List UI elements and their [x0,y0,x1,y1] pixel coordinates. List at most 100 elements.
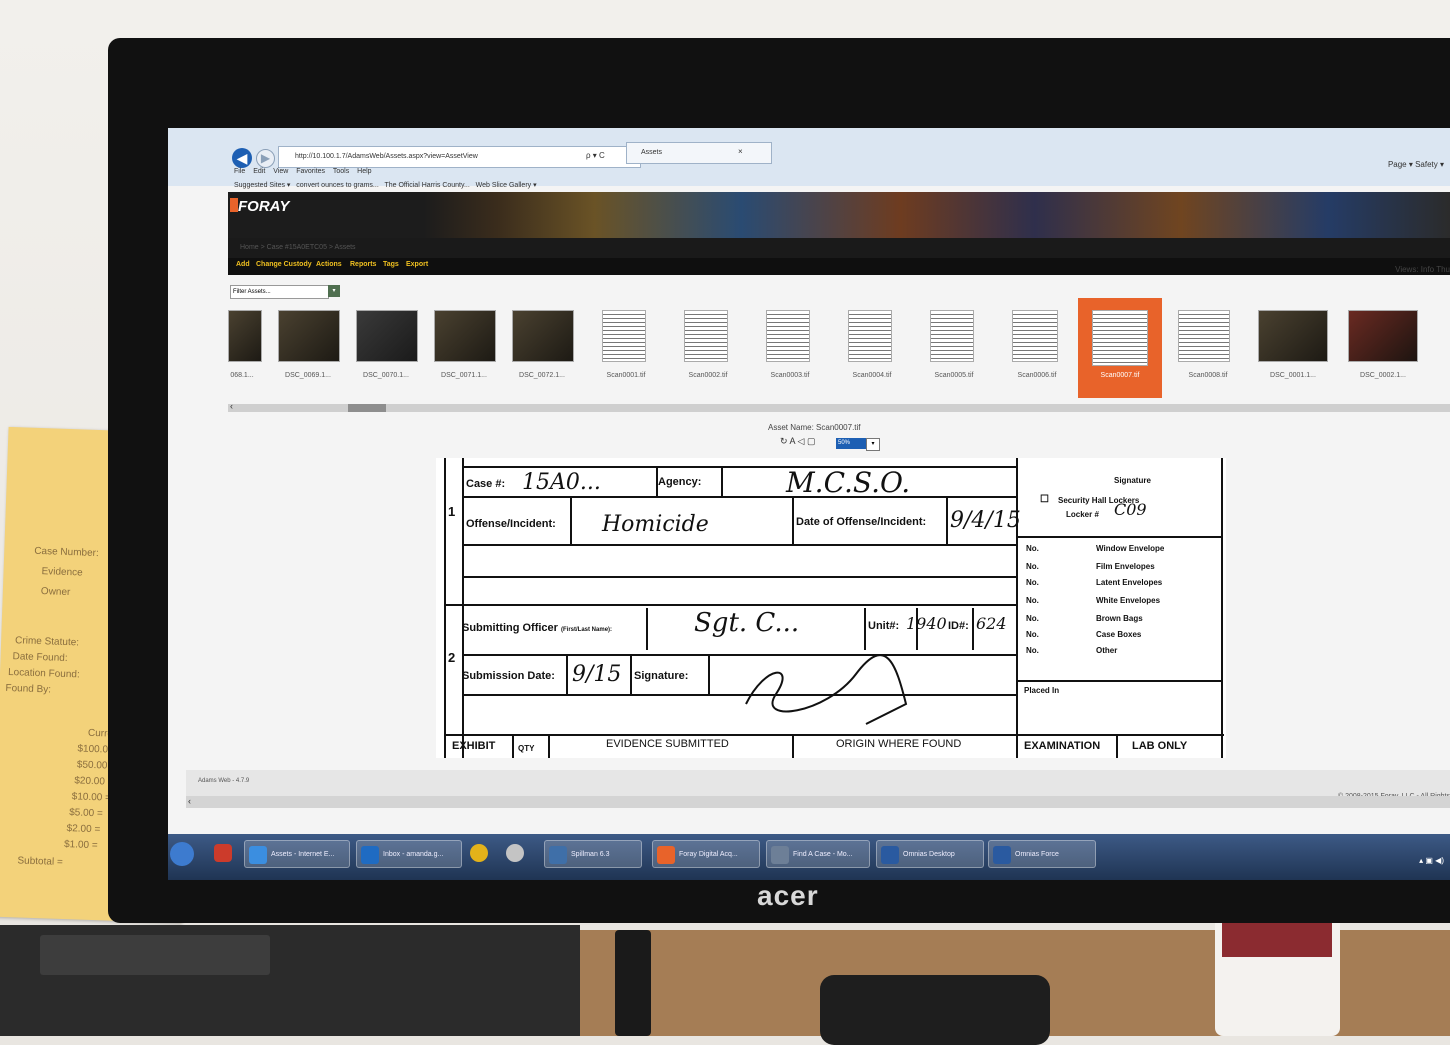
ie-icon [249,846,267,864]
submission-value: 9/15 [572,662,622,687]
back-arrow-icon[interactable]: ◀ [232,148,252,168]
toolbar-tags[interactable]: Tags [383,261,399,268]
scan-thumbnail [766,310,810,362]
thumbnail-strip: 068.1... DSC_0069.1... DSC_0070.1... DSC… [222,298,1450,398]
screen: ◀ ▶ http://10.100.1.7/AdamsWeb/Assets.as… [168,128,1450,880]
form-line [1018,536,1222,538]
form-line [512,736,514,758]
fav-suggested[interactable]: Suggested Sites ▾ [234,182,290,189]
chevron-down-icon[interactable]: ▾ [866,438,880,451]
taskbar-omnias-force[interactable]: Omnias Force [988,840,1096,868]
thumbnail-item[interactable]: Scan0006.tif [996,298,1078,398]
thumbnail-item[interactable]: Scan0004.tif [832,298,912,398]
photo-thumbnail [278,310,340,362]
submission-label: Submission Date: [462,670,555,682]
thumbnail-item[interactable]: DSC_0070.1... [350,298,422,398]
thumbnail-item[interactable]: Scan0005.tif [914,298,994,398]
filter-go-button[interactable]: ▾ [328,285,340,297]
thumbnail-item-selected[interactable]: Scan0007.tif [1078,298,1162,398]
forward-arrow-icon[interactable]: ▶ [256,149,275,168]
thumbnail-item[interactable]: DSC_0072.1... [506,298,578,398]
case-label: Case #: [466,478,506,490]
toolbar-add[interactable]: Add [236,261,250,268]
media-player-icon[interactable] [214,844,232,862]
thumbnail-scroll-thumb[interactable] [348,404,386,412]
browser-tab[interactable]: Assets [626,142,772,164]
photo-thumbnail [434,310,496,362]
views-switcher[interactable]: Views: Info Thu [1395,265,1450,274]
taskbar-omnias-desktop[interactable]: Omnias Desktop [876,840,984,868]
fav-harris[interactable]: The Official Harris County... [384,182,469,189]
taskbar-foray[interactable]: Foray Digital Acq... [652,840,760,868]
col-exhibit: EXHIBIT [452,740,496,752]
agency-value: M.C.S.O. [786,466,911,499]
form-line [462,466,1017,468]
app-banner [228,192,1450,238]
ie-toolbar[interactable]: Page ▾ Safety ▾ [1388,160,1444,169]
system-tray[interactable]: ▴ ▣ ◀) [1419,856,1444,865]
envelope-type: Brown Bags [1096,614,1143,623]
scroll-left-icon[interactable]: ‹ [230,401,233,411]
menu-help[interactable]: Help [357,168,371,175]
scroll-left-icon[interactable]: ‹ [188,796,191,806]
fav-convert[interactable]: convert ounces to grams... [296,182,378,189]
taskbar-find-case[interactable]: Find A Case - Mo... [766,840,870,868]
page-scrollbar[interactable] [186,796,1450,808]
taskbar-spillman[interactable]: Spillman 6.3 [544,840,642,868]
thumbnail-item[interactable]: DSC_0071.1... [428,298,500,398]
fav-webslice[interactable]: Web Slice Gallery ▾ [476,182,537,189]
settings-icon[interactable] [506,844,524,862]
taskbar-outlook[interactable]: Inbox - amanda.g... [356,840,462,868]
thumbnail-item[interactable]: Scan0002.tif [668,298,748,398]
toolbar-actions[interactable]: Actions [316,261,342,268]
breadcrumb[interactable]: Home > Case #15A0ETC05 > Assets [228,238,1450,258]
asset-controls[interactable]: ↻ A ◁ ▢ [780,436,815,447]
paper-line: Location Found: [7,666,80,681]
toolbar-reports[interactable]: Reports [350,261,376,268]
form-line [548,736,550,758]
menu-edit[interactable]: Edit [253,168,265,175]
thumbnail-item[interactable]: DSC_0001.1... [1252,298,1334,398]
offense-value: Homicide [602,512,709,537]
form-line [1116,736,1118,758]
asset-name: Asset Name: Scan0007.tif [768,423,861,432]
unit-value: 1940 [906,614,947,633]
menu-file[interactable]: File [234,168,245,175]
scan-thumbnail [1178,310,1230,362]
spillman-icon [549,846,567,864]
thumbnail-item[interactable]: 068.1... [222,298,262,398]
form-line [566,656,568,694]
section-number: 2 [448,650,456,665]
menu-tools[interactable]: Tools [333,168,349,175]
thumbnail-item[interactable]: DSC_0069.1... [272,298,344,398]
taskbar-ie[interactable]: Assets - Internet E... [244,840,350,868]
thumbnail-item[interactable]: Scan0001.tif [586,298,666,398]
asset-name-value: Scan0007.tif [816,423,861,432]
thumbnail-item[interactable]: DSC_0002.1... [1342,298,1424,398]
no-label: No. [1026,578,1039,587]
address-controls[interactable]: ρ ▾ C [586,146,605,166]
form-line [708,656,710,694]
close-icon[interactable]: × [738,142,743,162]
paper-line: $10.00 = [71,791,112,804]
thumbnail-item[interactable]: Scan0008.tif [1168,298,1248,398]
menu-favorites[interactable]: Favorites [296,168,325,175]
chrome-icon[interactable] [470,844,488,862]
form-line [444,604,1017,606]
start-button[interactable] [170,842,194,866]
thumbnail-item[interactable]: Scan0003.tif [750,298,830,398]
toolbar-export[interactable]: Export [406,261,428,268]
paper-line: Crime Statute: [14,635,80,649]
cable [615,930,651,1036]
zoom-select[interactable]: 50% [836,438,866,449]
envelope-type: White Envelopes [1096,596,1161,605]
col-evidence: EVIDENCE SUBMITTED [606,738,729,750]
envelope-type: Film Envelopes [1096,562,1155,571]
toolbar-change-custody[interactable]: Change Custody [256,261,312,268]
filter-assets-select[interactable]: Filter Assets... [230,285,329,299]
thumbnail-scrollbar[interactable] [228,404,1450,412]
paper-line: Evidence [41,566,83,579]
no-label: No. [1026,596,1039,605]
submitting-sub: (First/Last Name): [561,627,613,633]
menu-view[interactable]: View [273,168,288,175]
